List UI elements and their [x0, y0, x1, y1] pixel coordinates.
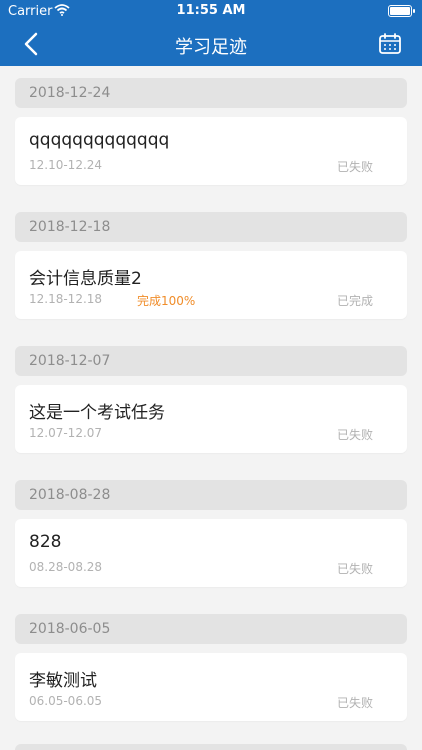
next-date-header-partial	[15, 744, 407, 750]
date-header: 2018-12-07	[15, 346, 407, 376]
task-status: 已失败	[336, 562, 373, 576]
battery-icon	[388, 5, 415, 17]
task-status: 已完成	[336, 294, 373, 308]
task-progress: 完成100%	[137, 294, 196, 308]
task-card[interactable]: qqqqqqqqqqqqq 12.10-12.24 已失败	[15, 117, 407, 185]
task-card[interactable]: 这是一个考试任务 12.07-12.07 已失败	[15, 385, 407, 453]
top-bar: Carrier 11:55 AM 学习足迹	[0, 0, 422, 66]
task-title: qqqqqqqqqqqqq	[29, 130, 170, 150]
task-title: 会计信息质量2	[29, 269, 142, 289]
status-bar: Carrier 11:55 AM	[0, 0, 422, 22]
task-card[interactable]: 李敏测试 06.05-06.05 已失败	[15, 653, 407, 721]
date-header: 2018-12-18	[15, 212, 407, 242]
task-date-range: 08.28-08.28	[29, 560, 103, 574]
task-title: 这是一个考试任务	[29, 403, 165, 423]
date-header: 2018-08-28	[15, 480, 407, 510]
navigation-bar: 学习足迹	[0, 22, 422, 66]
task-card[interactable]: 会计信息质量2 12.18-12.18 完成100% 已完成	[15, 251, 407, 319]
task-status: 已失败	[336, 696, 373, 710]
task-status: 已失败	[336, 428, 373, 442]
task-date-range: 12.10-12.24	[29, 158, 103, 172]
task-status: 已失败	[336, 160, 373, 174]
task-title: 李敏测试	[29, 671, 97, 691]
task-date-range: 06.05-06.05	[29, 694, 103, 708]
task-date-range: 12.07-12.07	[29, 426, 103, 440]
calendar-icon[interactable]	[378, 32, 402, 56]
task-title: 828	[29, 532, 62, 552]
date-header: 2018-12-24	[15, 78, 407, 108]
task-card[interactable]: 828 08.28-08.28 已失败	[15, 519, 407, 587]
date-header: 2018-06-05	[15, 614, 407, 644]
clock: 11:55 AM	[176, 3, 246, 18]
page-title: 学习足迹	[175, 37, 247, 58]
task-date-range: 12.18-12.18	[29, 292, 103, 306]
